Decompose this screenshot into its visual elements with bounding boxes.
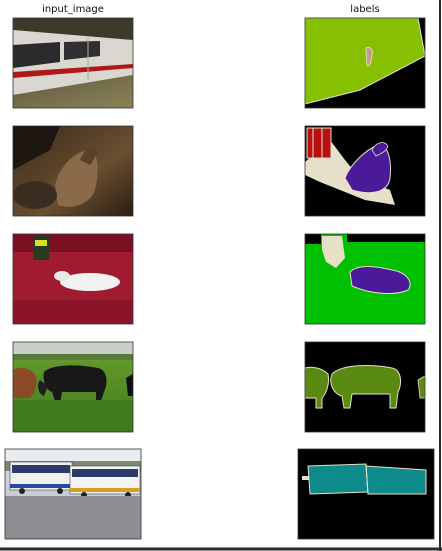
dog-photo bbox=[12, 125, 134, 217]
buses-photo bbox=[4, 448, 142, 540]
train-mask bbox=[304, 17, 426, 109]
cows-mask bbox=[304, 341, 426, 433]
bus-mask bbox=[297, 448, 435, 540]
cat-sofa-mask bbox=[304, 233, 426, 325]
cat-on-sofa-photo bbox=[12, 233, 134, 325]
cows-photo bbox=[12, 341, 134, 433]
dog-mask bbox=[304, 125, 426, 217]
train-photo bbox=[12, 17, 134, 109]
figure-canvas bbox=[0, 0, 442, 551]
